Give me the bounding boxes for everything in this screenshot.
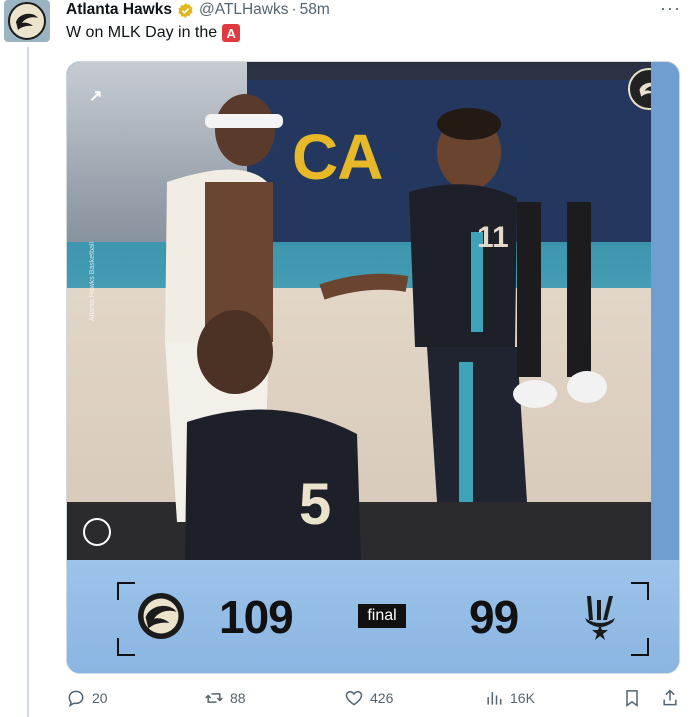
separator-dot: · [291, 1, 297, 18]
bookmark-icon [626, 690, 638, 707]
hawks-logo-icon [8, 2, 46, 40]
share-icon [663, 689, 677, 706]
tweet-body: W on MLK Day in the [66, 24, 218, 41]
more-options-icon[interactable]: ··· [660, 0, 681, 19]
spurs-team-logo-icon [579, 592, 621, 640]
share-button[interactable] [660, 688, 686, 708]
tweet-time[interactable]: 58m [300, 1, 330, 19]
svg-text:5: 5 [299, 472, 331, 537]
reply-button[interactable]: 20 [66, 688, 108, 708]
game-photo[interactable]: CA Atlanta Hawks Basketball ↗ 11 5 [67, 62, 651, 560]
author-name[interactable]: Atlanta Hawks [66, 1, 172, 19]
tweet-media[interactable]: CA Atlanta Hawks Basketball ↗ 11 5 109 f… [66, 61, 680, 674]
tweet-actions: 20 88 426 16K [66, 688, 696, 712]
like-count: 426 [370, 690, 394, 706]
game-status-badge: final [358, 604, 406, 628]
away-score: 99 [469, 591, 519, 643]
analytics-icon [487, 692, 502, 705]
hawks-team-logo-icon [138, 593, 184, 639]
tweet-text: W on MLK Day in the A [66, 24, 241, 42]
author-handle[interactable]: @ATLHawks [199, 1, 289, 19]
reply-icon [68, 690, 84, 708]
bookmark-button[interactable] [622, 688, 648, 708]
heart-icon [345, 690, 363, 706]
like-button[interactable]: 426 [344, 688, 393, 708]
repost-button[interactable]: 88 [204, 688, 246, 708]
view-count: 16K [510, 690, 535, 706]
avatar[interactable] [4, 0, 50, 42]
players-illustration: 11 5 [165, 94, 607, 560]
score-panel: 109 final 99 [67, 560, 679, 673]
repost-icon [205, 693, 223, 703]
reply-count: 20 [92, 690, 108, 706]
frame-corner [631, 582, 649, 600]
verified-badge-icon [177, 2, 194, 19]
thread-line [27, 47, 29, 717]
a-emoji-icon: A [222, 24, 241, 42]
frame-corner [117, 638, 135, 656]
svg-text:11: 11 [477, 221, 509, 254]
home-score: 109 [219, 591, 294, 643]
frame-corner [631, 638, 649, 656]
views-button[interactable]: 16K [484, 688, 535, 708]
frame-corner [117, 582, 135, 600]
tweet-header: Atlanta Hawks @ATLHawks · 58m [66, 0, 330, 20]
repost-count: 88 [230, 690, 246, 706]
